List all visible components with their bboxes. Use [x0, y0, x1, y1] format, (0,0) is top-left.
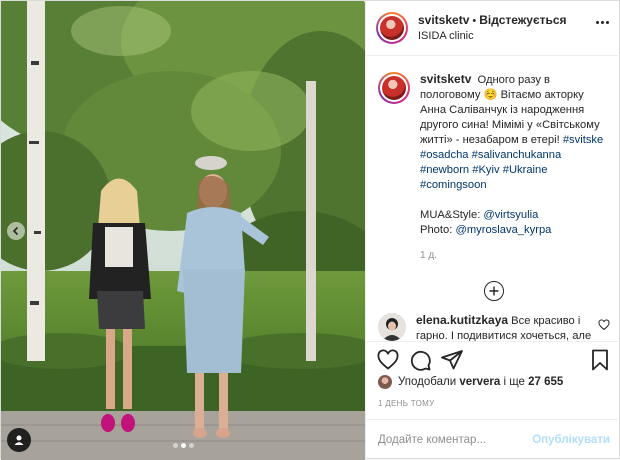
commenter-avatar-image	[378, 313, 406, 341]
post-date[interactable]: 1 ДЕНЬ ТОМУ	[378, 399, 434, 408]
comments-section: svitsketv Одного разу в пологовому ☺️ Ві…	[366, 56, 620, 341]
profile-avatar[interactable]	[376, 12, 408, 44]
tagged-users-button[interactable]	[7, 428, 31, 452]
publish-comment-button[interactable]: Опублікувати	[532, 434, 610, 446]
share-icon[interactable]	[440, 348, 464, 372]
chevron-left-icon	[12, 226, 19, 236]
carousel-dot-active	[180, 443, 186, 448]
comment-input[interactable]	[378, 434, 533, 446]
credits-photo-label: Photo:	[420, 224, 453, 236]
following-button[interactable]: Відстежується	[479, 13, 566, 27]
photo-image	[1, 1, 365, 460]
likes-conjunction: і ще	[503, 376, 525, 388]
carousel-dot	[188, 443, 194, 448]
likes-count[interactable]: 27 655	[528, 376, 563, 388]
comment-item: elena.kutitzkaya Все красиво і гарно. І …	[378, 313, 610, 341]
hashtag[interactable]: #newborn	[420, 164, 469, 176]
caption-avatar[interactable]	[378, 72, 410, 104]
likes-summary: Уподобали ververa і ще 27 655	[378, 375, 563, 389]
add-comment-bar: Опублікувати	[366, 419, 620, 460]
instagram-post: svitsketv • Відстежується ISIDA clinic svi…	[0, 0, 620, 460]
more-options-icon[interactable]	[596, 21, 609, 24]
post-caption: svitsketv Одного разу в пологовому ☺️ Ві…	[378, 72, 610, 263]
credits-style-label: MUA&Style:	[420, 209, 481, 221]
previous-slide-button[interactable]	[7, 222, 25, 240]
hashtag[interactable]: #Kyiv	[472, 164, 499, 176]
username-link[interactable]: svitsketv	[418, 13, 469, 27]
post-sidebar: svitsketv • Відстежується ISIDA clinic svi…	[365, 1, 620, 460]
likes-prefix: Уподобали	[398, 376, 457, 388]
post-photo[interactable]	[1, 1, 365, 460]
action-bar	[366, 341, 620, 377]
plus-circle-icon	[489, 286, 499, 296]
carousel-dot	[172, 443, 178, 448]
caption-username[interactable]: svitsketv	[420, 72, 471, 86]
bookmark-icon[interactable]	[588, 348, 612, 372]
avatar-image	[380, 16, 404, 40]
caption-timestamp[interactable]: 1 д.	[420, 248, 610, 263]
carousel-indicator	[1, 443, 365, 448]
header-text: svitsketv • Відстежується ISIDA clinic	[418, 13, 567, 44]
hashtag[interactable]: #osadcha	[420, 149, 469, 161]
credits-photo-user[interactable]: @myroslava_kyrpa	[455, 224, 551, 236]
hashtag[interactable]: #comingsoon	[420, 179, 487, 191]
hashtag[interactable]: #Ukraine	[503, 164, 548, 176]
commenter-avatar[interactable]	[378, 313, 406, 341]
heart-icon[interactable]	[376, 348, 400, 372]
hashtag[interactable]: #salivanchukanna	[472, 149, 562, 161]
caption-body: svitsketv Одного разу в пологовому ☺️ Ві…	[420, 72, 610, 263]
separator-dot: •	[472, 14, 477, 27]
comment-icon[interactable]	[408, 348, 432, 372]
credits-style-user[interactable]: @virtsyulia	[483, 209, 538, 221]
commenter-username[interactable]: elena.kutitzkaya	[416, 313, 508, 327]
comment-like-icon[interactable]	[598, 319, 610, 331]
load-more-comments-button[interactable]	[484, 281, 504, 301]
post-header: svitsketv • Відстежується ISIDA clinic	[366, 1, 620, 56]
comment-body: elena.kutitzkaya Все красиво і гарно. І …	[416, 313, 596, 341]
location-link[interactable]: ISIDA clinic	[418, 29, 567, 44]
liker-username[interactable]: ververa	[459, 376, 500, 388]
hashtag[interactable]: #svitske	[563, 134, 603, 146]
liker-avatar[interactable]	[378, 375, 392, 389]
